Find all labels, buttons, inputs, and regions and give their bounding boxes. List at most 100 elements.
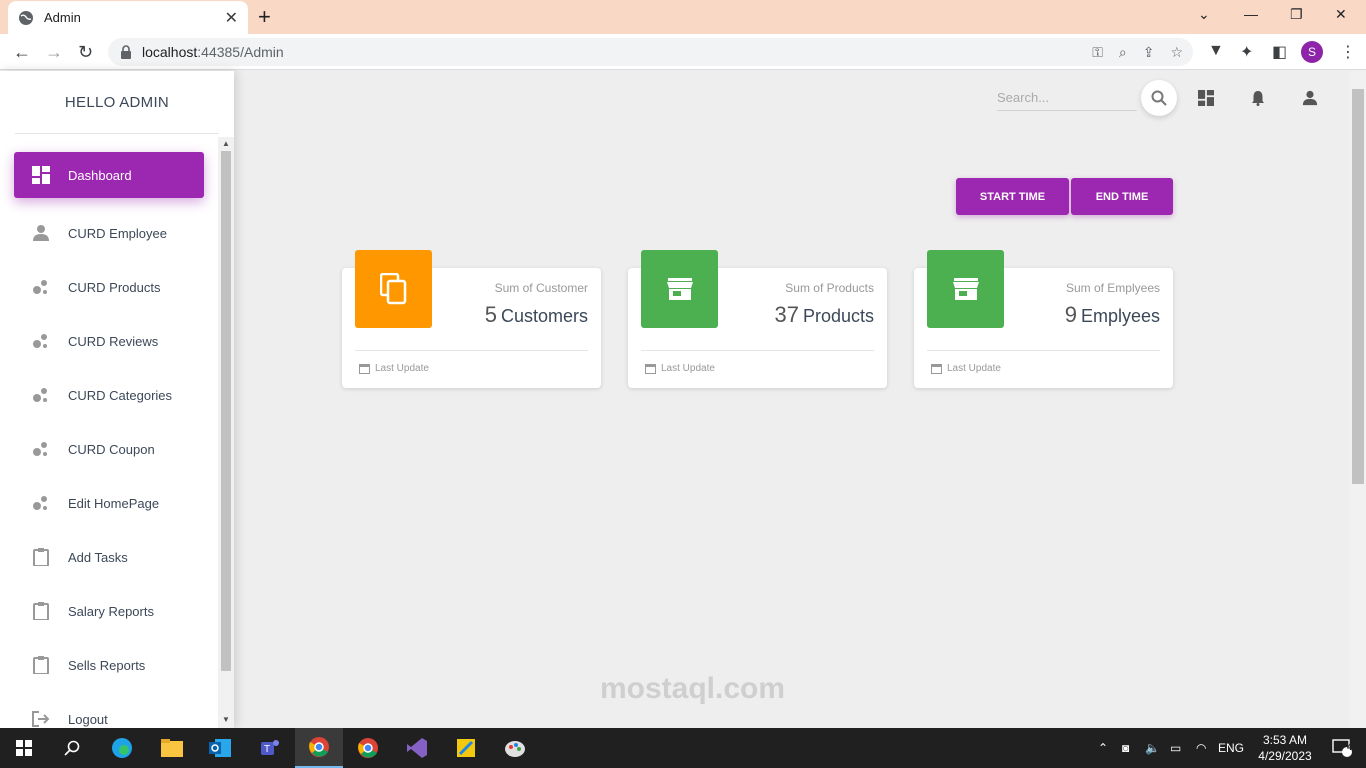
sidebar-item-curd-reviews[interactable]: CURD Reviews (0, 314, 218, 368)
bookmark-star-icon[interactable]: ☆ (1170, 44, 1183, 61)
minimize-button[interactable]: — (1244, 6, 1258, 22)
scroll-up-arrow-icon[interactable]: ▲ (222, 139, 230, 148)
sidebar-item-label: Logout (68, 711, 108, 727)
browser-tab[interactable]: Admin ✕ (8, 1, 248, 34)
card-icon-box (355, 250, 432, 328)
teams-app-icon[interactable]: T (246, 728, 294, 768)
browser-toolbar: ← → ↻ localhost:44385/Admin ⚿ ⌕ ⇪ ☆ ▼ ✦ … (0, 34, 1366, 70)
system-clock[interactable]: 3:53 AM 4/29/2023 (1252, 732, 1318, 764)
card-category: Sum of Customer (494, 281, 588, 295)
bell-icon[interactable] (1249, 89, 1267, 107)
search-button[interactable] (1141, 80, 1177, 116)
paint-app-icon[interactable] (491, 728, 539, 768)
logout-icon (32, 710, 50, 728)
sidebar-item-label: CURD Products (68, 279, 161, 295)
dashboard-icon[interactable] (1197, 89, 1215, 107)
card-icon-box (641, 250, 718, 328)
clipboard-icon (32, 602, 50, 620)
page-scrollbar[interactable] (1350, 71, 1366, 728)
sidebar-brand: HELLO ADMIN (64, 93, 170, 111)
bubble-chart-icon (32, 386, 50, 404)
dashboard-icon (32, 166, 50, 184)
card-icon-box (927, 250, 1004, 328)
language-indicator[interactable]: ENG (1218, 741, 1244, 755)
notification-count: 4 (1347, 742, 1353, 752)
stat-card-employees: Sum of Emplyees 9 Emplyees Last Update (914, 250, 1173, 388)
sidebar-item-curd-coupon[interactable]: CURD Coupon (0, 422, 218, 476)
restore-button[interactable]: ❐ (1290, 6, 1303, 23)
tab-search-icon[interactable]: ⌄ (1198, 6, 1210, 23)
store-icon (952, 278, 979, 300)
sidebar-item-add-tasks[interactable]: Add Tasks (0, 530, 218, 584)
browser-tab-bar: Admin ✕ + ⌄ — ❐ ✕ (0, 0, 1366, 34)
sidebar-item-salary-reports[interactable]: Salary Reports (0, 584, 218, 638)
zoom-icon[interactable]: ⌕ (1119, 44, 1127, 61)
windows-icon (16, 740, 32, 756)
bubble-chart-icon (32, 332, 50, 350)
visual-studio-app-icon[interactable] (393, 728, 441, 768)
scroll-down-arrow-icon[interactable]: ▼ (222, 715, 230, 724)
file-explorer-app-icon[interactable] (148, 728, 196, 768)
stat-card-customers: Sum of Customer 5 Customers Last Update (342, 250, 601, 388)
chrome-app-icon[interactable] (344, 728, 392, 768)
close-tab-icon[interactable]: ✕ (225, 8, 238, 28)
tool-app-icon[interactable] (442, 728, 490, 768)
search-taskbar-button[interactable] (48, 728, 96, 768)
outlook-app-icon[interactable] (196, 728, 244, 768)
volume-icon[interactable]: 🔈 (1145, 741, 1160, 755)
chevron-up-icon[interactable]: ⌃ (1098, 741, 1108, 755)
card-footer: Last Update (359, 363, 429, 374)
sidebar-item-curd-employee[interactable]: CURD Employee (0, 206, 218, 260)
main-content: Search... START TIME END TIME Sum of Cus… (234, 71, 1350, 728)
card-footer: Last Update (645, 363, 715, 374)
profile-avatar[interactable]: S (1301, 41, 1323, 63)
clipboard-icon (32, 656, 50, 674)
svg-text:T: T (264, 744, 270, 755)
sidebar: HELLO ADMIN Dashboard CURD Employee CURD… (0, 71, 234, 728)
taskbar: T ⌃ ◙ 🔈 ▭ ◠ ENG 3:53 AM 4/29/2023 4 (0, 728, 1366, 768)
menu-dots-icon[interactable]: ⋮ (1340, 42, 1356, 62)
page-scroll-thumb[interactable] (1352, 89, 1364, 484)
close-window-button[interactable]: ✕ (1335, 6, 1347, 23)
notification-center-button[interactable]: 4 (1318, 728, 1366, 768)
share-icon[interactable]: ⇪ (1143, 44, 1155, 61)
start-button[interactable] (0, 728, 48, 768)
clock-time: 3:53 AM (1262, 733, 1308, 747)
key-icon[interactable]: ⚿ (1092, 44, 1103, 61)
side-panel-icon[interactable]: ◧ (1272, 42, 1287, 62)
end-time-button[interactable]: END TIME (1071, 178, 1173, 215)
new-tab-button[interactable]: + (258, 4, 271, 30)
search-icon (64, 740, 80, 756)
stat-card-products: Sum of Products 37 Products Last Update (628, 250, 887, 388)
camera-icon[interactable]: ◙ (1122, 741, 1129, 755)
edge-app-icon[interactable] (98, 728, 146, 768)
extension-v-icon[interactable]: ▼ (1208, 42, 1224, 60)
sidebar-item-dashboard[interactable]: Dashboard (14, 152, 204, 198)
sidebar-item-curd-categories[interactable]: CURD Categories (0, 368, 218, 422)
extensions-puzzle-icon[interactable]: ✦ (1240, 42, 1253, 62)
reload-icon[interactable]: ↻ (78, 42, 93, 63)
address-bar[interactable]: localhost:44385/Admin ⚿ ⌕ ⇪ ☆ (108, 38, 1193, 66)
card-title: 37 Products (774, 302, 874, 327)
watermark: mostaql.com (600, 672, 786, 705)
battery-icon[interactable]: ▭ (1170, 741, 1181, 755)
card-divider (355, 350, 588, 351)
chrome-active-app-icon[interactable] (295, 728, 343, 768)
sidebar-item-edit-homepage[interactable]: Edit HomePage (0, 476, 218, 530)
sidebar-nav: Dashboard CURD Employee CURD Products CU… (0, 152, 218, 746)
sidebar-item-sells-reports[interactable]: Sells Reports (0, 638, 218, 692)
wifi-icon[interactable]: ◠ (1196, 741, 1206, 755)
calendar-icon (645, 364, 656, 374)
sidebar-item-curd-products[interactable]: CURD Products (0, 260, 218, 314)
sidebar-scroll-thumb[interactable] (221, 151, 231, 671)
sidebar-scrollbar[interactable]: ▲ ▼ (218, 137, 234, 728)
bubble-chart-icon (32, 440, 50, 458)
calendar-icon (931, 364, 942, 374)
person-icon[interactable] (1301, 89, 1319, 107)
card-category: Sum of Products (785, 281, 874, 295)
forward-icon[interactable]: → (45, 42, 63, 63)
search-input[interactable]: Search... (997, 87, 1137, 111)
card-title: 9 Emplyees (1064, 302, 1160, 327)
start-time-button[interactable]: START TIME (956, 178, 1069, 215)
back-icon[interactable]: ← (13, 42, 31, 63)
